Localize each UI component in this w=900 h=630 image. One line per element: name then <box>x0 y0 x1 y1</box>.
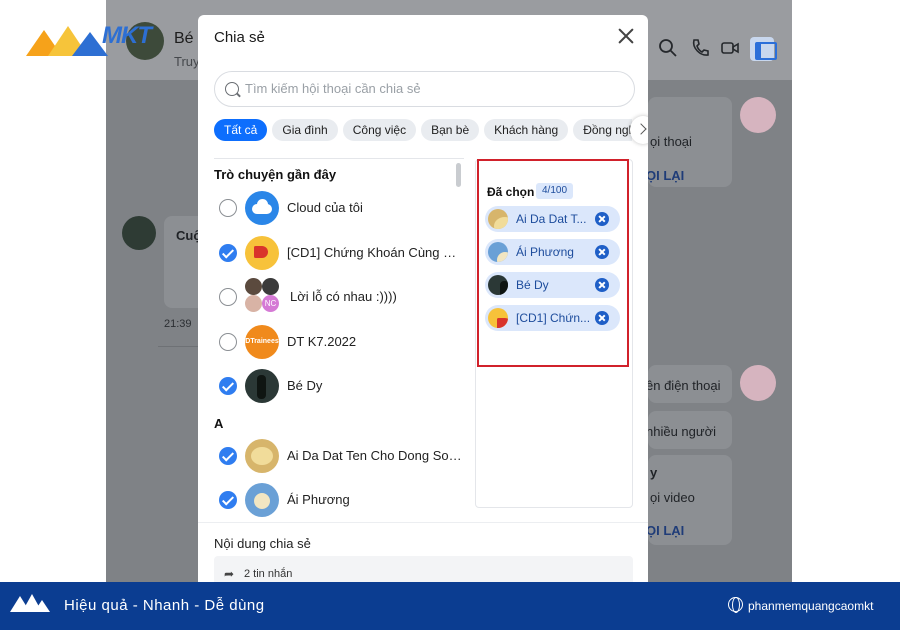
search-icon <box>225 82 239 96</box>
alpha-heading: A <box>214 416 224 431</box>
remove-icon[interactable] <box>595 278 609 292</box>
avatar <box>488 275 508 295</box>
message-text: ên điện thoại <box>646 378 721 393</box>
list-item-label: [CD1] Chứng Khoán Cùng NMT <box>287 245 463 260</box>
share-content-label: Nội dung chia sẻ <box>214 536 311 551</box>
avatar <box>245 439 279 473</box>
recent-heading: Trò chuyện gần đây <box>214 167 337 182</box>
list-item-label: Cloud của tôi <box>287 200 363 215</box>
list-divider <box>214 158 464 159</box>
share-icon: ➦ <box>224 567 235 581</box>
call-title-text: y <box>650 465 658 480</box>
call-type-text: ọi video <box>650 490 695 505</box>
selected-chip-label: Ái Phương <box>516 245 574 259</box>
list-item[interactable]: Bé Dy <box>214 365 464 405</box>
checkbox[interactable] <box>219 447 237 465</box>
share-content-value: 2 tin nhắn <box>244 568 293 580</box>
chip-customers[interactable]: Khách hàng <box>484 119 569 141</box>
globe-icon <box>728 597 743 613</box>
megaphone-icon <box>488 308 508 328</box>
my-avatar <box>740 97 776 133</box>
avatar <box>488 209 508 229</box>
selected-chip: Bé Dy <box>485 272 620 298</box>
checkbox[interactable] <box>219 333 237 351</box>
selected-chip: Ai Da Dat T... <box>485 206 620 232</box>
avatar <box>262 278 279 295</box>
selected-count-badge: 4/100 <box>536 183 574 199</box>
list-item[interactable]: [CD1] Chứng Khoán Cùng NMT <box>214 232 464 272</box>
close-icon[interactable] <box>617 27 635 45</box>
remove-icon[interactable] <box>595 245 609 259</box>
avatar: DTrainees <box>245 325 279 359</box>
call-back-link[interactable]: ỌI LẠI <box>646 523 684 538</box>
selected-heading: Đã chọn <box>487 185 535 199</box>
remove-icon[interactable] <box>595 311 609 325</box>
my-avatar <box>740 365 776 401</box>
share-dialog: Chia sẻ Tất cảGia đìnhCông việcBạn bèKhá… <box>198 15 648 590</box>
category-filters: Tất cả Gia đình Công việc Bạn bè Khách hàng Đ… <box>214 119 632 143</box>
call-back-link[interactable]: ỌI LẠI <box>646 168 684 183</box>
chip-family[interactable]: Gia đình <box>272 119 338 141</box>
checkbox[interactable] <box>219 491 237 509</box>
list-item-label: DT K7.2022 <box>287 334 357 349</box>
chip-colleagues[interactable]: Đồng nghiệp <box>573 119 632 141</box>
list-item-label: Ái Phương <box>287 492 350 507</box>
selected-chip-label: Ai Da Dat T... <box>516 212 587 226</box>
checkbox[interactable] <box>219 288 237 306</box>
avatar <box>245 369 279 403</box>
avatar <box>245 278 262 295</box>
list-item[interactable]: Ai Da Dat Ten Cho Dong Song ... <box>214 435 464 475</box>
avatar <box>245 483 279 517</box>
search-box[interactable] <box>214 71 635 107</box>
avatar <box>245 295 262 312</box>
list-item[interactable]: DTrainees DT K7.2022 <box>214 321 464 361</box>
checkbox[interactable] <box>219 377 237 395</box>
section-divider <box>198 522 648 523</box>
list-item[interactable]: NC Lời lỗ có nhau :)))) <box>214 276 464 316</box>
cloud-icon <box>245 191 279 225</box>
footer-logo <box>6 586 54 626</box>
chip-work[interactable]: Công việc <box>342 119 417 141</box>
search-icon[interactable] <box>658 38 678 58</box>
dialog-title: Chia sẻ <box>214 29 265 46</box>
selected-chip-label: [CD1] Chứn... <box>516 311 591 325</box>
message-time: 21:39 <box>164 318 192 330</box>
list-item-label: Lời lỗ có nhau :)))) <box>290 289 397 304</box>
group-badge: NC <box>262 295 279 312</box>
selected-chip-label: Bé Dy <box>516 278 549 292</box>
megaphone-icon <box>245 236 279 270</box>
list-item-label: Ai Da Dat Ten Cho Dong Song ... <box>287 448 463 463</box>
search-input[interactable] <box>245 81 625 96</box>
footer-website[interactable]: phanmemquangcaomkt <box>728 597 874 613</box>
selected-chip: Ái Phương <box>485 239 620 265</box>
message-avatar <box>122 216 156 250</box>
checkbox[interactable] <box>219 199 237 217</box>
chevron-right-icon[interactable] <box>630 116 648 144</box>
footer-website-label: phanmemquangcaomkt <box>748 599 874 613</box>
footer-banner: Hiệu quả - Nhanh - Dễ dùng phanmemquangc… <box>0 582 900 630</box>
checkbox[interactable] <box>219 244 237 262</box>
footer-slogan: Hiệu quả - Nhanh - Dễ dùng <box>64 597 265 614</box>
selected-chip: [CD1] Chứn... <box>485 305 620 331</box>
message-text: nhiều người <box>646 424 716 439</box>
conversation-list: Trò chuyện gần đây Cloud của tôi [CD1] C… <box>214 165 464 523</box>
screenshot: Bé D Truy Cuộ 21:39 ọi thoại ỌI LẠI ên đ… <box>0 0 900 630</box>
list-item[interactable]: Ái Phương <box>214 479 464 519</box>
remove-icon[interactable] <box>595 212 609 226</box>
chip-friends[interactable]: Bạn bè <box>421 119 480 141</box>
list-item-label: Bé Dy <box>287 378 323 393</box>
chip-all[interactable]: Tất cả <box>214 119 268 141</box>
call-type-text: ọi thoại <box>650 134 692 149</box>
video-icon[interactable] <box>720 38 740 58</box>
avatar <box>488 242 508 262</box>
logo-text: MKT <box>102 22 152 49</box>
list-item[interactable]: Cloud của tôi <box>214 187 464 227</box>
panel-icon[interactable] <box>750 37 777 61</box>
phone-icon[interactable] <box>690 38 710 58</box>
contact-status: Truy <box>174 54 200 69</box>
